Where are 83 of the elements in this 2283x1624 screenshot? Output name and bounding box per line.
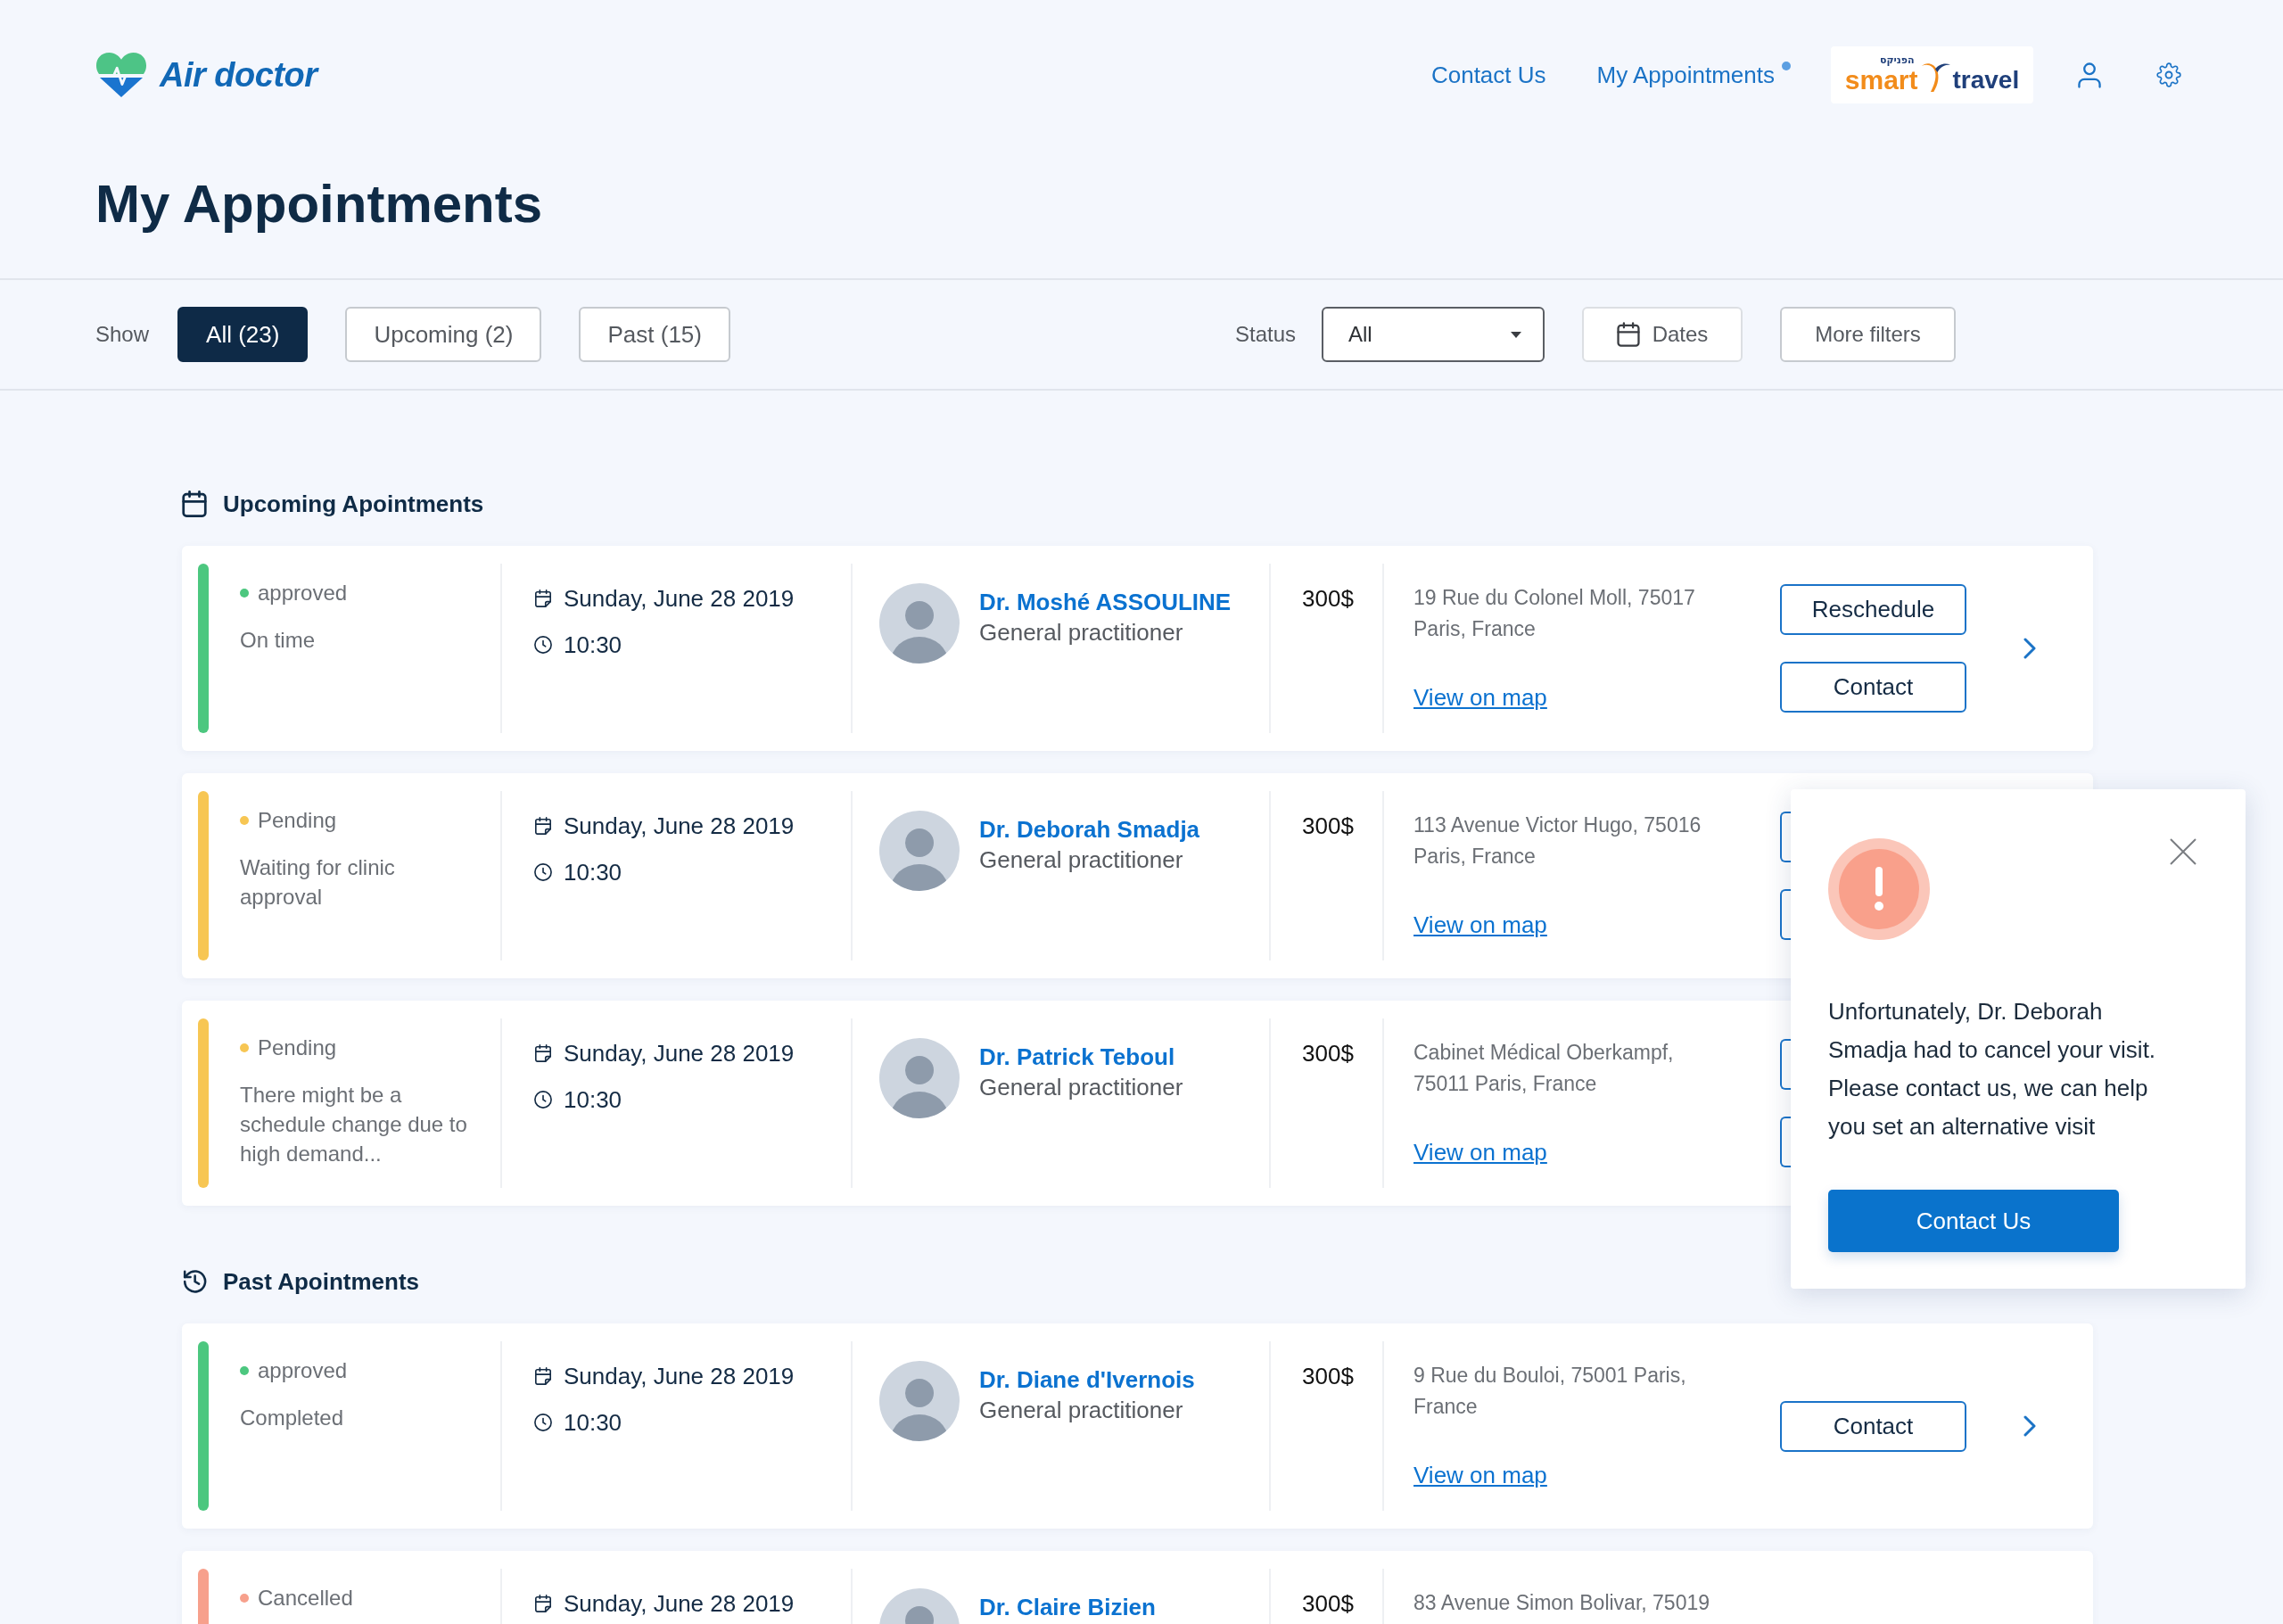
page-title: My Appointments	[95, 173, 543, 235]
map-link[interactable]: View on map	[1413, 1459, 1547, 1491]
map-link[interactable]: View on map	[1413, 909, 1547, 941]
status-note: On time	[240, 627, 317, 654]
status-label: approved	[258, 581, 348, 606]
status-label: approved	[258, 1358, 348, 1383]
alert-message: Unfortunately, Dr. Deborah Smadja had to cancel your visit. Please contact us, we can help you set an alternative visit	[1828, 997, 2157, 1142]
appointment-time: 10:30	[564, 1085, 622, 1114]
clock-icon	[534, 863, 552, 881]
clock-icon	[534, 1414, 552, 1431]
address: 19 Rue du Colonel Moll, 75017 Paris, France	[1413, 585, 1696, 642]
doctor-specialty: General practitioner	[979, 618, 1184, 647]
filter-tab[interactable]: Upcoming (2)	[345, 307, 542, 362]
close-icon[interactable]	[2170, 838, 2196, 865]
price: 300$	[1302, 812, 1354, 841]
map-link[interactable]: View on map	[1413, 1136, 1547, 1168]
price: 300$	[1302, 584, 1354, 614]
appointment-date: Sunday, June 28 2019	[564, 1039, 795, 1068]
chevron-right-icon[interactable]	[2023, 638, 2036, 659]
calendar-icon	[534, 1595, 552, 1612]
doctor-specialty: General practitioner	[979, 1073, 1183, 1102]
action-button[interactable]: Reschedule	[1780, 584, 1966, 635]
address: Cabinet Médical Oberkampf, 75011 Paris, France	[1413, 1040, 1675, 1097]
action-button[interactable]: Contact	[1780, 1400, 1966, 1452]
status-label: Cancelled	[258, 1586, 353, 1611]
calendar-icon	[1616, 322, 1640, 347]
doctor-specialty: General practitioner	[979, 845, 1184, 875]
doctor-link[interactable]: Dr. Diane d'Ivernois	[979, 1364, 1195, 1395]
settings-icon[interactable]	[2156, 62, 2181, 87]
status-note: There might be a schedule change due to high demand...	[240, 1082, 468, 1167]
nav-link[interactable]: My Appointments	[1596, 60, 1791, 90]
calendar-icon	[534, 589, 552, 607]
partner-word: travel	[1952, 67, 2020, 94]
appointment-date: Sunday, June 28 2019	[564, 1362, 795, 1390]
status-note: Completed	[240, 1405, 345, 1431]
address: 113 Avenue Victor Hugo, 75016 Paris, France	[1413, 812, 1702, 870]
doctor-specialty: General practitioner	[979, 1396, 1184, 1425]
appointment-date: Sunday, June 28 2019	[564, 1589, 795, 1618]
logo-text: Air doctor	[160, 55, 317, 95]
partner-word: smart	[1844, 67, 1918, 94]
section-title: Upcoming Apointments	[223, 490, 484, 518]
address: 9 Rue du Bouloi, 75001 Paris, France	[1413, 1363, 1687, 1420]
user-icon[interactable]	[2078, 62, 2101, 88]
status-label: Pending	[258, 808, 337, 833]
appointment-time: 10:30	[564, 631, 622, 659]
show-label: Show	[95, 322, 150, 347]
contact-us-button[interactable]: Contact Us	[1828, 1190, 2119, 1252]
more-filters-button[interactable]: More filters	[1780, 307, 1956, 362]
doctor-link[interactable]: Dr. Deborah Smadja	[979, 814, 1200, 845]
nav-link[interactable]: Contact Us	[1430, 60, 1546, 90]
status-label: Status	[1234, 322, 1296, 347]
calendar-icon	[534, 1367, 552, 1385]
clock-icon	[534, 636, 552, 654]
price: 300$	[1302, 1039, 1354, 1068]
status-label: Pending	[258, 1035, 337, 1060]
map-link[interactable]: View on map	[1413, 681, 1547, 713]
calendar-icon	[182, 490, 207, 517]
calendar-icon	[534, 1044, 552, 1062]
chevron-right-icon[interactable]	[2023, 1415, 2036, 1437]
appointment-date: Sunday, June 28 2019	[564, 584, 795, 613]
filter-tab[interactable]: All (23)	[177, 307, 309, 362]
doctor-link[interactable]: Dr. Moshé ASSOULINE	[979, 587, 1232, 617]
heart-pulse-logo-icon	[95, 53, 147, 97]
history-icon	[182, 1268, 207, 1295]
action-button[interactable]: Contact	[1780, 662, 1966, 713]
caret-icon	[1511, 331, 1521, 338]
appointment-date: Sunday, June 28 2019	[564, 812, 795, 840]
alert-icon	[1828, 838, 1930, 940]
doctor-link[interactable]: Dr. Claire Bizien	[979, 1592, 1156, 1622]
calendar-icon	[534, 817, 552, 835]
doctor-link[interactable]: Dr. Patrick Teboul	[979, 1042, 1183, 1072]
dates-button[interactable]: Dates	[1582, 307, 1743, 362]
price: 300$	[1302, 1362, 1354, 1391]
status-note: Waiting for clinic approval	[240, 854, 396, 911]
clock-icon	[534, 1091, 552, 1109]
appointment-time: 10:30	[564, 858, 622, 886]
status-select[interactable]: All	[1322, 307, 1545, 362]
price: 300$	[1302, 1589, 1354, 1619]
address: 83 Avenue Simon Bolivar, 75019	[1413, 1590, 1711, 1616]
section-title: Past Apointments	[223, 1267, 420, 1296]
filter-tab[interactable]: Past (15)	[579, 307, 730, 362]
appointment-time: 10:30	[564, 1408, 622, 1437]
partner-tagline: הפניקס	[1879, 55, 1915, 66]
